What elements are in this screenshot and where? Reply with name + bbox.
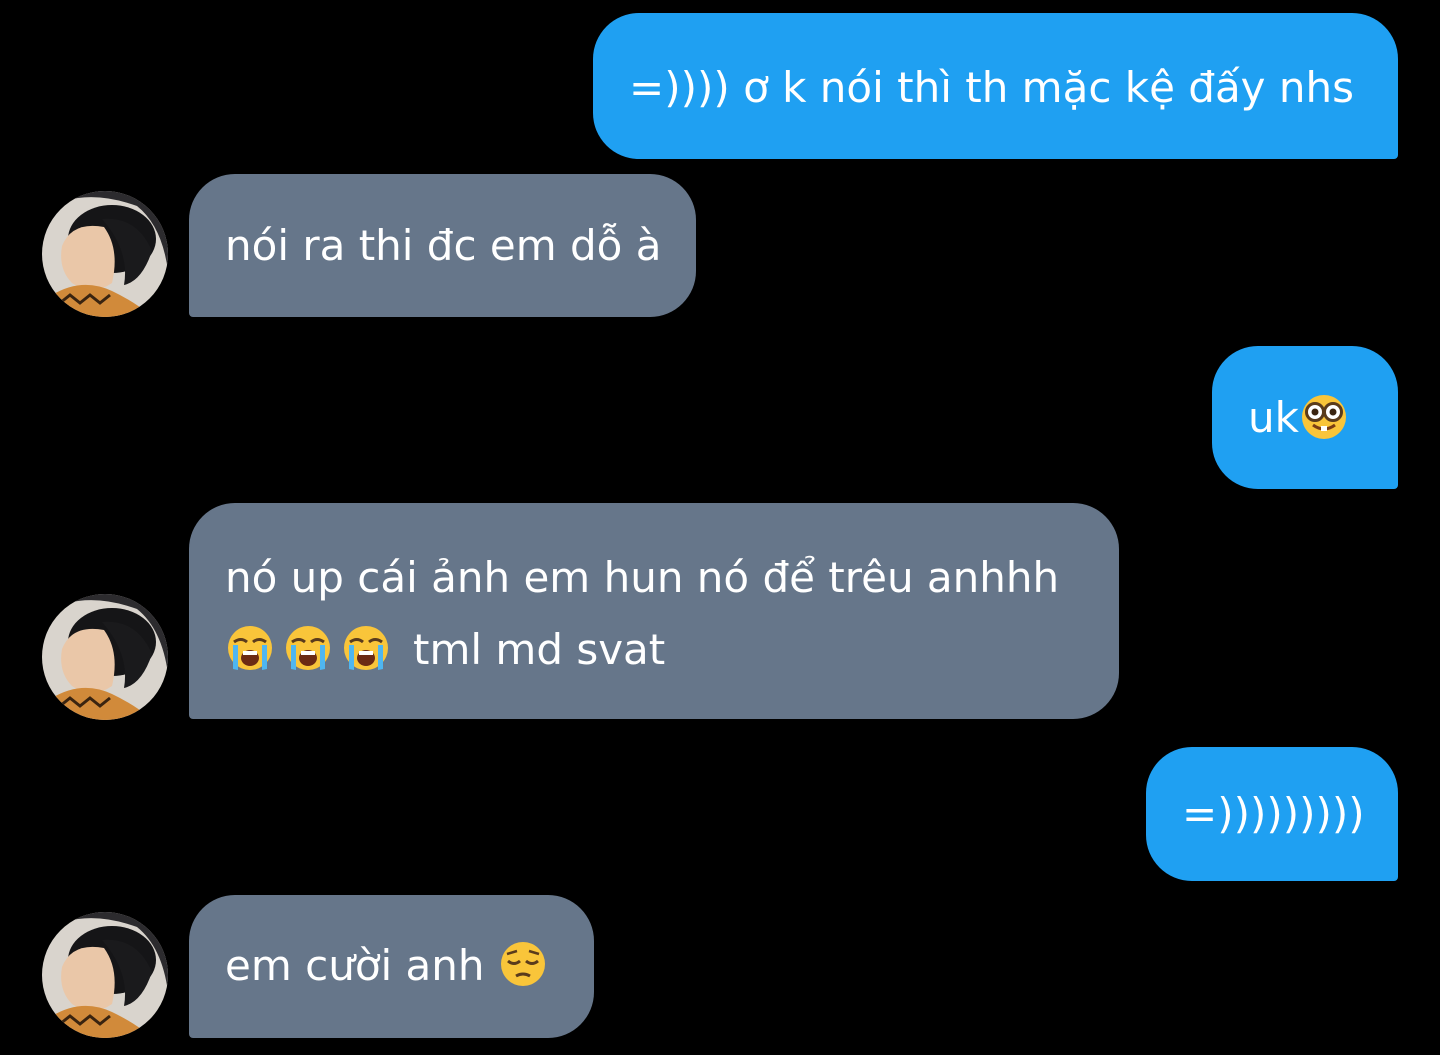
message-text: nói ra thi đc em dỗ à (225, 221, 662, 270)
message-text-line-2: tml md svat (225, 614, 1083, 686)
loudly-crying-face-emoji (228, 626, 272, 670)
message-text-line-1: nó up cái ảnh em hun nó để trêu anhhh (225, 553, 1060, 602)
avatar-photo (42, 594, 168, 720)
outgoing-message-bubble[interactable]: =)))) ơ k nói thì th mặc kệ đấy nhs (593, 13, 1398, 159)
message-text: uk (1248, 382, 1362, 454)
loudly-crying-face-emoji (344, 626, 388, 670)
pensive-face-emoji (500, 942, 545, 986)
incoming-message-bubble[interactable]: nói ra thi đc em dỗ à (189, 174, 696, 317)
chat-thread: =)))) ơ k nói thì th mặc kệ đấy nhs nói … (0, 0, 1440, 1055)
message-text: =))))))))) (1182, 789, 1365, 838)
contact-avatar[interactable] (42, 594, 168, 720)
message-text: em cười anh (225, 930, 558, 1002)
contact-avatar[interactable] (42, 191, 168, 317)
incoming-message-bubble[interactable]: nó up cái ảnh em hun nó để trêu anhhh tm… (189, 503, 1119, 719)
contact-avatar[interactable] (42, 912, 168, 1038)
loudly-crying-face-emoji (286, 626, 330, 670)
outgoing-message-bubble[interactable]: =))))))))) (1146, 747, 1398, 881)
avatar-photo (42, 191, 168, 317)
outgoing-message-bubble[interactable]: uk (1212, 346, 1398, 489)
nerd-face-emoji (1301, 395, 1346, 439)
incoming-message-bubble[interactable]: em cười anh (189, 895, 594, 1038)
message-text: =)))) ơ k nói thì th mặc kệ đấy nhs (629, 63, 1355, 112)
avatar-photo (42, 912, 168, 1038)
